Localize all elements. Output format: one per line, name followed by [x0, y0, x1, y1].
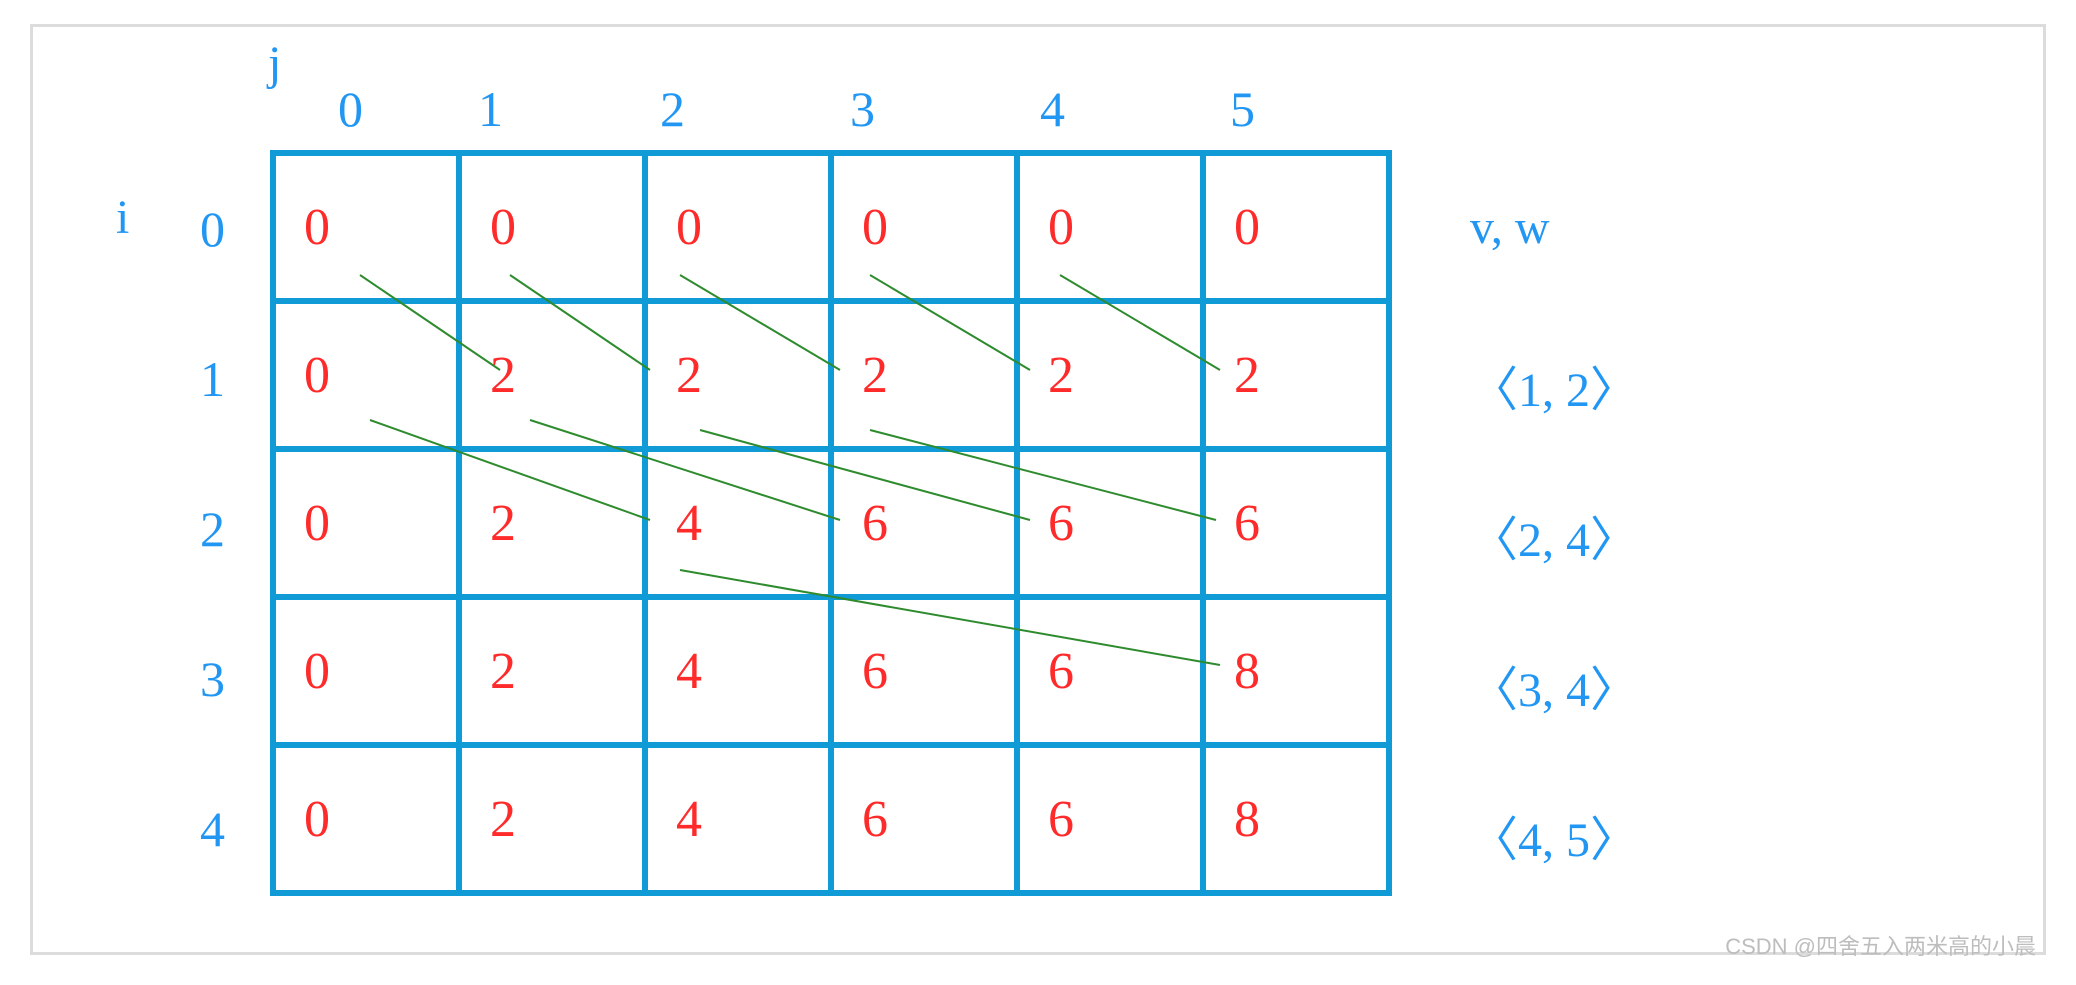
cell: 4 — [645, 597, 831, 745]
cell: 2 — [459, 449, 645, 597]
vw-header: v, w — [1470, 200, 1550, 255]
cell: 2 — [459, 745, 645, 893]
cell: 2 — [459, 597, 645, 745]
cell: 0 — [1203, 153, 1389, 301]
vw-label-1: 〈1, 2〉 — [1470, 350, 1638, 420]
row-header-2: 2 — [200, 500, 225, 558]
cell: 0 — [645, 153, 831, 301]
row-header-4: 4 — [200, 800, 225, 858]
cell: 0 — [273, 745, 459, 893]
col-header-3: 3 — [850, 80, 875, 138]
col-header-1: 1 — [478, 80, 503, 138]
table-row: 0 2 4 6 6 6 — [273, 449, 1389, 597]
cell: 6 — [1203, 449, 1389, 597]
table-row: 0 2 2 2 2 2 — [273, 301, 1389, 449]
table-row: 0 2 4 6 6 8 — [273, 745, 1389, 893]
cell: 2 — [1017, 301, 1203, 449]
vw-label-2: 〈2, 4〉 — [1470, 500, 1638, 570]
table-row: 0 0 0 0 0 0 — [273, 153, 1389, 301]
cell: 4 — [645, 449, 831, 597]
axis-label-i: i — [116, 190, 129, 245]
vw-label-4: 〈4, 5〉 — [1470, 800, 1638, 870]
cell: 6 — [831, 745, 1017, 893]
cell: 6 — [831, 449, 1017, 597]
cell: 2 — [645, 301, 831, 449]
cell: 2 — [831, 301, 1017, 449]
cell: 6 — [831, 597, 1017, 745]
cell: 0 — [273, 597, 459, 745]
table-row: 0 2 4 6 6 8 — [273, 597, 1389, 745]
cell: 0 — [273, 449, 459, 597]
diagram-stage: j i 0 1 2 3 4 5 0 1 2 3 4 v, w 〈1, 2〉 〈2… — [0, 0, 2076, 985]
cell: 2 — [1203, 301, 1389, 449]
cell: 8 — [1203, 745, 1389, 893]
cell: 4 — [645, 745, 831, 893]
cell: 6 — [1017, 745, 1203, 893]
axis-label-j: j — [268, 36, 281, 91]
col-header-2: 2 — [660, 80, 685, 138]
row-header-1: 1 — [200, 350, 225, 408]
cell: 6 — [1017, 597, 1203, 745]
cell: 0 — [459, 153, 645, 301]
dp-table: 0 0 0 0 0 0 0 2 2 2 2 2 0 2 4 6 6 6 — [270, 150, 1392, 896]
cell: 2 — [459, 301, 645, 449]
cell: 0 — [1017, 153, 1203, 301]
row-header-3: 3 — [200, 650, 225, 708]
cell: 0 — [273, 301, 459, 449]
vw-label-3: 〈3, 4〉 — [1470, 650, 1638, 720]
cell: 0 — [273, 153, 459, 301]
cell: 6 — [1017, 449, 1203, 597]
watermark: CSDN @四舍五入两米高的小晨 — [1725, 929, 2036, 961]
row-header-0: 0 — [200, 200, 225, 258]
cell: 8 — [1203, 597, 1389, 745]
cell: 0 — [831, 153, 1017, 301]
col-header-5: 5 — [1230, 80, 1255, 138]
col-header-0: 0 — [338, 80, 363, 138]
col-header-4: 4 — [1040, 80, 1065, 138]
